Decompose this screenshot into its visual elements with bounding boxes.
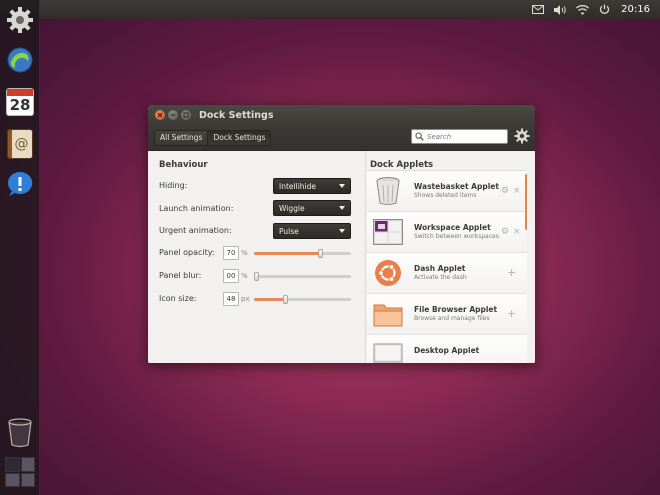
panel-blur-unit: % — [241, 272, 248, 280]
workspace-cell — [5, 472, 20, 487]
close-icon[interactable]: × — [513, 186, 521, 196]
top-panel: 20:16 — [0, 0, 660, 19]
scrollbar[interactable] — [525, 174, 527, 230]
close-button[interactable] — [155, 110, 165, 120]
hiding-label: Hiding: — [159, 181, 188, 190]
mail-icon[interactable] — [531, 4, 545, 16]
add-icon[interactable]: + — [507, 267, 516, 278]
urgent-animation-dropdown[interactable]: Pulse — [273, 223, 351, 239]
workspace-cell — [20, 457, 35, 472]
folder-icon — [372, 298, 404, 330]
launch-animation-label: Launch animation: — [159, 204, 234, 213]
breadcrumb: All Settings Dock Settings — [154, 129, 272, 146]
calendar-day: 28 — [9, 96, 31, 114]
slider-fill — [254, 298, 285, 301]
list-item[interactable]: Desktop Applet — [367, 335, 527, 363]
window-title: Dock Settings — [199, 109, 274, 121]
contacts-launcher-icon[interactable]: @ — [4, 128, 36, 160]
slider-handle[interactable] — [318, 249, 323, 258]
chevron-down-icon — [339, 184, 345, 188]
applet-name: Dash Applet — [414, 264, 466, 273]
search-field[interactable] — [411, 129, 508, 144]
add-icon[interactable]: + — [507, 308, 516, 319]
calendar-launcher-icon[interactable]: 28 — [4, 86, 36, 118]
launch-animation-dropdown[interactable]: Wiggle — [273, 200, 351, 216]
gear-icon[interactable] — [514, 128, 530, 144]
wifi-icon[interactable] — [575, 4, 589, 16]
list-item[interactable]: Dash Applet Activate the dash + — [367, 253, 527, 294]
minimize-button[interactable] — [168, 110, 178, 120]
ubuntu-logo-icon — [372, 257, 404, 289]
applet-name: Wastebasket Applet — [414, 182, 499, 191]
panel-opacity-unit: % — [241, 249, 248, 257]
panel-opacity-label: Panel opacity: — [159, 248, 215, 257]
panel-opacity-input[interactable]: 70 — [223, 246, 239, 260]
notify-launcher-icon[interactable] — [4, 168, 36, 200]
urgent-animation-label: Urgent animation: — [159, 226, 232, 235]
gear-icon[interactable]: ⚙ — [501, 227, 509, 237]
gear-icon[interactable]: ⚙ — [501, 186, 509, 196]
list-item[interactable]: Wastebasket Applet Shows deleted items ⚙… — [367, 171, 527, 212]
launch-animation-value: Wiggle — [279, 203, 305, 213]
trash-icon[interactable] — [5, 416, 35, 448]
breadcrumb-all-settings[interactable]: All Settings — [155, 130, 208, 145]
panel-opacity-slider[interactable] — [254, 249, 351, 258]
icon-size-input[interactable]: 48 — [223, 292, 239, 306]
hiding-value: Intellihide — [279, 181, 316, 191]
volume-icon[interactable] — [553, 4, 567, 16]
minimize-icon — [171, 114, 175, 116]
clock[interactable]: 20:16 — [621, 4, 650, 15]
applet-name: File Browser Applet — [414, 305, 498, 314]
applet-description: Browse and manage files — [414, 315, 490, 322]
close-icon — [157, 112, 163, 118]
slider-handle[interactable] — [254, 272, 259, 281]
dock-applets-heading: Dock Applets — [370, 160, 434, 170]
search-icon — [415, 132, 424, 141]
workspace-cell — [20, 472, 35, 487]
panel-blur-label: Panel blur: — [159, 271, 202, 280]
slider-fill — [254, 252, 320, 255]
close-icon[interactable]: × — [513, 227, 521, 237]
slider-handle[interactable] — [283, 295, 288, 304]
workspace-cell — [5, 457, 20, 472]
workspace-switcher-icon[interactable] — [5, 457, 35, 487]
applet-name: Workspace Applet — [414, 223, 491, 232]
chevron-down-icon — [339, 206, 345, 210]
applet-name: Desktop Applet — [414, 346, 480, 355]
icon-size-slider[interactable] — [254, 295, 351, 304]
dock-settings-window: Dock Settings All Settings Dock Settings — [148, 105, 535, 363]
hiding-dropdown[interactable]: Intellihide — [273, 178, 351, 194]
applet-list[interactable]: Wastebasket Applet Shows deleted items ⚙… — [367, 170, 527, 363]
panel-blur-slider[interactable] — [254, 272, 351, 281]
settings-launcher-icon[interactable] — [4, 4, 36, 36]
chevron-down-icon — [339, 229, 345, 233]
window-toolbar: All Settings Dock Settings — [148, 125, 535, 151]
urgent-animation-value: Pulse — [279, 226, 299, 236]
workspace-icon — [372, 216, 404, 248]
pane-divider — [365, 151, 366, 363]
applet-description: Activate the dash — [414, 274, 467, 281]
maximize-button[interactable] — [181, 110, 191, 120]
indicator-area: 20:16 — [531, 0, 650, 19]
list-item[interactable]: File Browser Applet Browse and manage fi… — [367, 294, 527, 335]
wastebasket-icon — [372, 175, 404, 207]
icon-size-label: Icon size: — [159, 294, 197, 303]
panel-blur-input[interactable]: 00 — [223, 269, 239, 283]
desktop-icon — [372, 339, 404, 363]
power-icon[interactable] — [597, 4, 611, 16]
maximize-icon — [183, 112, 189, 118]
applet-description: Switch between workspaces — [414, 233, 499, 240]
search-input[interactable] — [427, 132, 507, 141]
icon-size-unit: px — [241, 295, 250, 303]
launcher: 28 @ — [0, 0, 40, 495]
behaviour-heading: Behaviour — [159, 160, 208, 170]
browser-launcher-icon[interactable] — [4, 44, 36, 76]
window-titlebar[interactable]: Dock Settings — [148, 105, 535, 125]
settings-content: Behaviour Hiding: Intellihide Launch ani… — [148, 151, 535, 363]
applet-description: Shows deleted items — [414, 192, 477, 199]
contacts-at-sign: @ — [14, 136, 29, 152]
breadcrumb-dock-settings[interactable]: Dock Settings — [207, 130, 271, 145]
list-item[interactable]: Workspace Applet Switch between workspac… — [367, 212, 527, 253]
